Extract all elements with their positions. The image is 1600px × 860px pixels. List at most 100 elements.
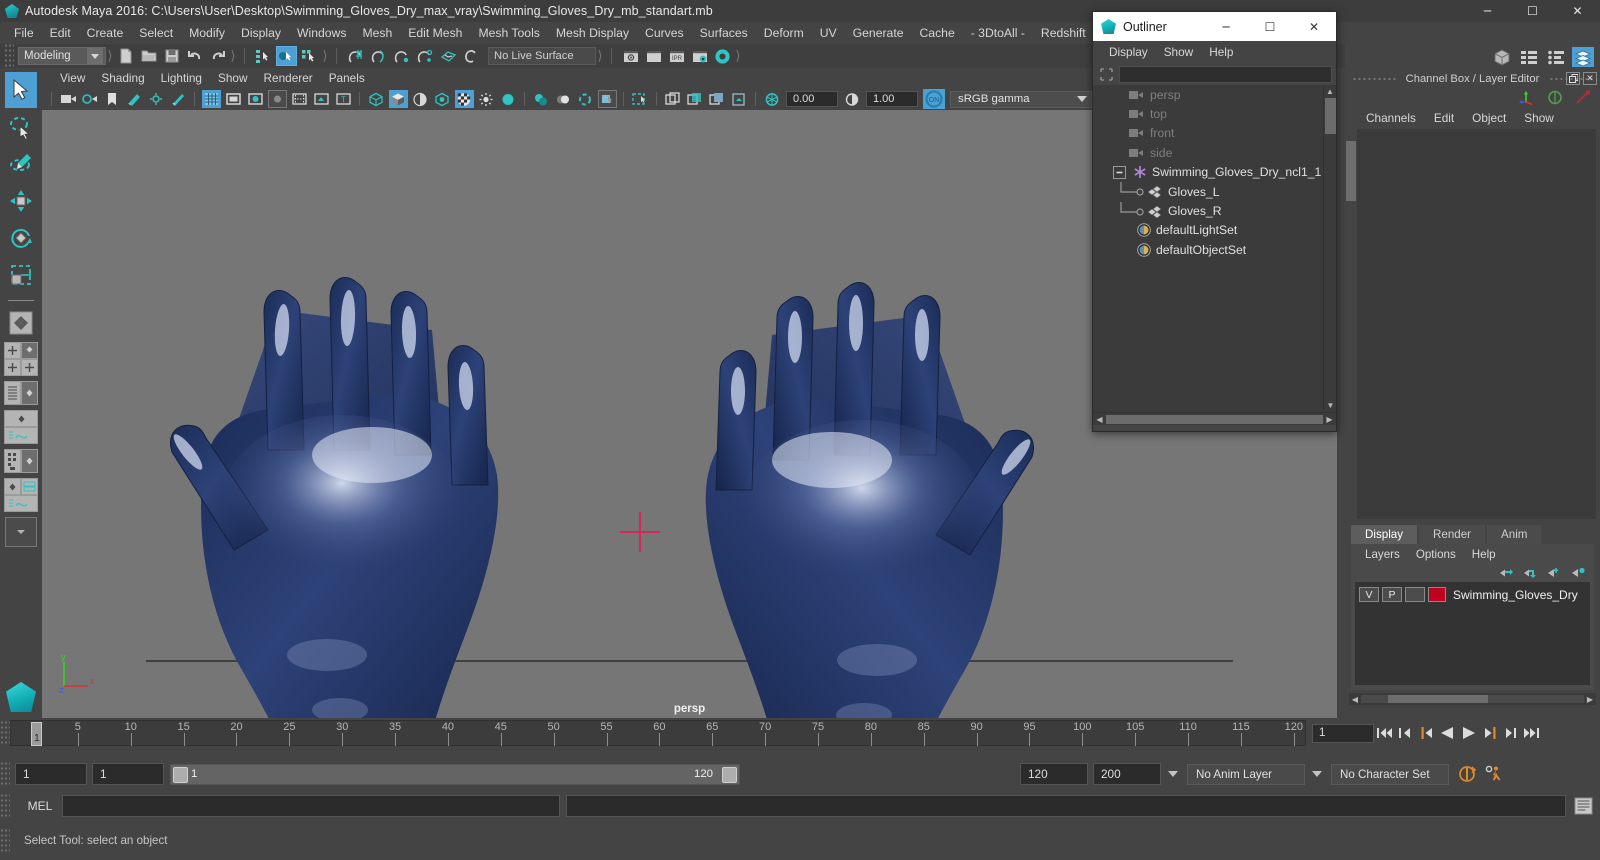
outliner-item-persp[interactable]: persp	[1093, 85, 1336, 104]
range-start-time-field[interactable]: 1	[92, 763, 164, 785]
move-layer-up-icon[interactable]	[1499, 567, 1514, 579]
channel-box[interactable]	[1345, 129, 1596, 519]
viewport-menu-renderer[interactable]: Renderer	[256, 70, 321, 86]
menu-mesh[interactable]: Mesh	[354, 23, 400, 43]
filter-icon[interactable]	[1097, 66, 1115, 83]
layer-name[interactable]: Swimming_Gloves_Dry	[1453, 588, 1578, 602]
outliner-menu-help[interactable]: Help	[1201, 44, 1241, 60]
close-button[interactable]: ✕	[1555, 0, 1600, 22]
outliner-search-input[interactable]	[1119, 65, 1332, 83]
glove-left-mesh[interactable]	[102, 200, 562, 718]
outliner-horizontal-scrollbar[interactable]: ◀ ▶	[1093, 412, 1336, 425]
smooth-shade-all-icon[interactable]	[388, 90, 408, 108]
save-scene-icon[interactable]	[161, 46, 182, 66]
shadows-icon[interactable]	[499, 90, 518, 108]
open-scene-icon[interactable]	[138, 46, 159, 66]
gamma-field[interactable]: 1.00	[866, 91, 918, 107]
gamma-icon[interactable]	[843, 90, 862, 108]
helpline-grip[interactable]	[0, 827, 10, 854]
menu-uv[interactable]: UV	[812, 23, 845, 43]
layer-menu-options[interactable]: Options	[1408, 547, 1464, 562]
select-by-hierarchy-icon[interactable]	[253, 46, 274, 66]
layout-persp-graph-icon[interactable]	[21, 359, 38, 376]
scroll-down-icon[interactable]: ▼	[1324, 399, 1336, 412]
animation-start-time-field[interactable]: 1	[15, 763, 87, 785]
field-chart-icon[interactable]	[290, 90, 309, 108]
rangeslider-grip[interactable]	[0, 761, 10, 787]
outliner-item-swimming-gloves-dry-ncl1-1[interactable]: Swimming_Gloves_Dry_ncl1_1	[1093, 163, 1336, 182]
snap-to-grid-icon[interactable]	[345, 46, 366, 66]
move-tool[interactable]	[5, 183, 37, 219]
menu-display[interactable]: Display	[233, 23, 289, 43]
menu-set-selector[interactable]: Modeling	[18, 47, 106, 65]
scale-manipulator-icon[interactable]	[1574, 89, 1592, 106]
lasso-select-tool[interactable]	[5, 109, 37, 145]
motion-blur-icon[interactable]	[554, 90, 573, 108]
outliner-maximize-button[interactable]: ☐	[1248, 12, 1292, 41]
time-slider-track[interactable]: 1 5 10 15 20 25 30 35 40 45 50 55 60 65 70 75 80 85 90 95 1…	[10, 720, 1306, 746]
new-layer-icon[interactable]	[1547, 567, 1562, 579]
panel-grip[interactable]	[1351, 76, 1396, 81]
viewport-menu-show[interactable]: Show	[210, 70, 256, 86]
scrollbar-thumb[interactable]	[1106, 414, 1323, 424]
scrollbar-thumb[interactable]	[1346, 141, 1356, 201]
outliner-item-gloves-r[interactable]: Gloves_R	[1093, 201, 1336, 220]
layout-single-perspective-icon[interactable]	[4, 342, 21, 359]
xray-icon[interactable]	[631, 90, 650, 108]
render-settings-icon[interactable]	[689, 46, 710, 66]
menu-mesh-tools[interactable]: Mesh Tools	[470, 23, 547, 43]
move-manipulator-icon[interactable]	[1518, 89, 1536, 106]
menu-modify[interactable]: Modify	[181, 23, 233, 43]
resolution-gate-icon[interactable]	[246, 90, 265, 108]
move-layer-down-icon[interactable]	[1523, 567, 1538, 579]
color-management-toggle-icon[interactable]: ON	[922, 89, 945, 109]
menu-curves[interactable]: Curves	[637, 23, 692, 43]
grease-pencil-icon[interactable]	[169, 90, 188, 108]
go-to-start-icon[interactable]	[1374, 722, 1395, 744]
layer-color-swatch[interactable]	[1428, 587, 1446, 602]
animation-preferences-icon[interactable]	[1483, 763, 1504, 785]
outliner-item-defaultlightset[interactable]: defaultLightSet	[1093, 221, 1336, 240]
viewport-menu-view[interactable]: View	[52, 70, 93, 86]
layout-outliner-panel-icon[interactable]	[4, 381, 21, 405]
screen-space-ao-icon[interactable]	[532, 90, 551, 108]
layout-persp-view-icon[interactable]	[21, 381, 38, 405]
snap-to-projected-center-icon[interactable]	[414, 46, 435, 66]
last-tool-used[interactable]	[5, 305, 37, 341]
select-by-component-icon[interactable]	[299, 46, 320, 66]
scroll-right-icon[interactable]: ▶	[1323, 415, 1336, 424]
menu-deform[interactable]: Deform	[756, 23, 812, 43]
scale-tool[interactable]	[5, 257, 37, 293]
redo-previous-render-icon[interactable]	[643, 46, 664, 66]
xray-textures-icon[interactable]	[708, 90, 727, 108]
tab-anim[interactable]: Anim	[1487, 525, 1542, 544]
layer-menu-help[interactable]: Help	[1464, 547, 1504, 562]
menu-edit-mesh[interactable]: Edit Mesh	[400, 23, 470, 43]
snap-to-point-icon[interactable]	[391, 46, 412, 66]
menu-mesh-display[interactable]: Mesh Display	[548, 23, 637, 43]
anim-layer-chevron-down-icon[interactable]	[1164, 764, 1182, 785]
outliner-vertical-scrollbar[interactable]: ▲ ▼	[1323, 85, 1336, 412]
range-start-handle[interactable]	[173, 766, 188, 783]
safe-title-icon[interactable]: T	[334, 90, 353, 108]
channelbox-menu-channels[interactable]: Channels	[1357, 110, 1425, 126]
menu-3dtoall[interactable]: - 3DtoAll -	[963, 23, 1033, 43]
outliner-item-front[interactable]: front	[1093, 124, 1336, 143]
outliner-close-button[interactable]: ✕	[1292, 12, 1336, 41]
go-to-end-icon[interactable]	[1521, 722, 1542, 744]
range-slider-bar[interactable]: 1 120	[170, 763, 740, 785]
play-forwards-icon[interactable]	[1458, 722, 1479, 744]
layout-persp-wide-icon[interactable]	[4, 410, 38, 427]
flat-shade-icon[interactable]	[433, 90, 452, 108]
select-camera-icon[interactable]	[59, 90, 78, 108]
make-live-icon[interactable]	[437, 46, 458, 66]
layer-state-toggle[interactable]	[1405, 587, 1425, 602]
commandline-grip[interactable]	[0, 793, 10, 819]
undock-icon[interactable]	[1566, 72, 1580, 85]
display-layer-list[interactable]: V P Swimming_Gloves_Dry	[1355, 582, 1590, 685]
layout-graph-editor-icon[interactable]	[4, 427, 38, 444]
maximize-button[interactable]: ☐	[1510, 0, 1555, 22]
layout-four-view-icon[interactable]	[21, 342, 38, 359]
glove-right-mesh[interactable]	[642, 205, 1102, 718]
channelbox-menu-show[interactable]: Show	[1515, 110, 1563, 126]
